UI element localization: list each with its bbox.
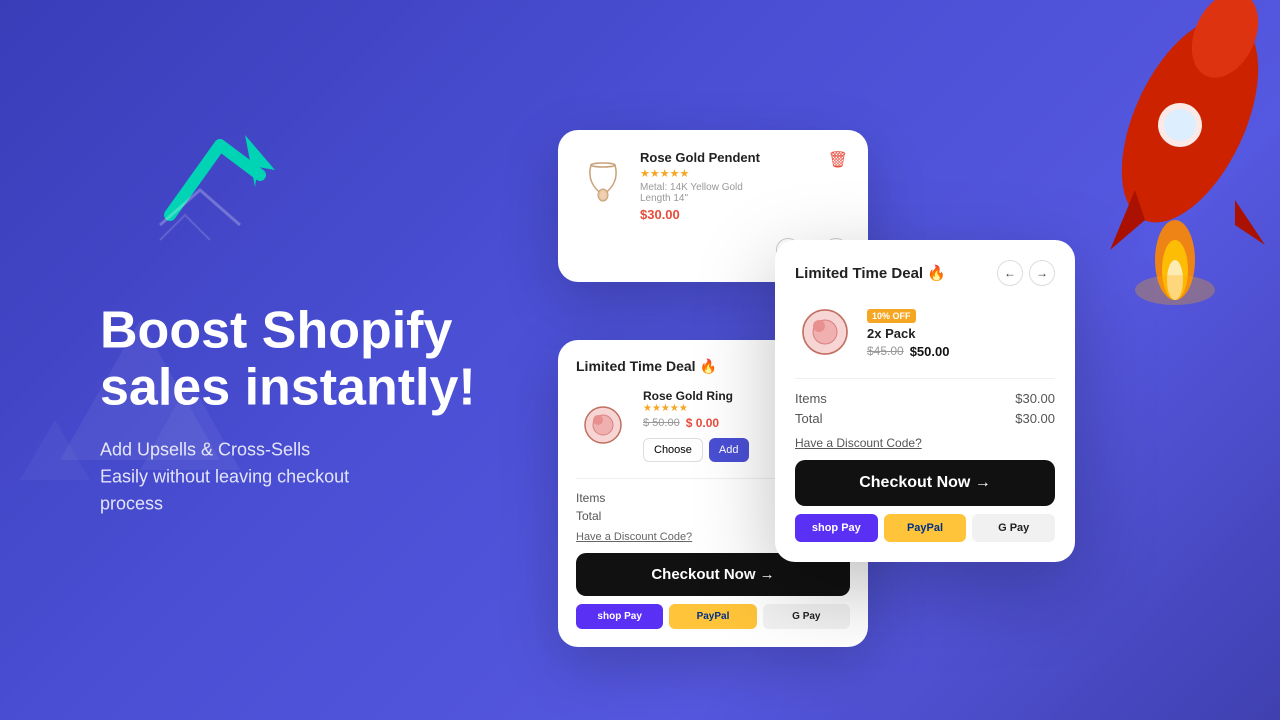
- deal-front-name: 2x Pack: [867, 326, 949, 341]
- discount-badge: 10% OFF: [867, 309, 916, 323]
- deal-front-header: Limited Time Deal 🔥 ← →: [795, 260, 1055, 286]
- choose-btn[interactable]: Choose: [643, 438, 703, 462]
- cart-item-details: Rose Gold Pendent ★★★★★ Metal: 14K Yello…: [640, 150, 816, 222]
- cart-item-meta: Metal: 14K Yellow Gold: [640, 182, 816, 193]
- deal-front-prices: $45.00 $50.00: [867, 344, 949, 359]
- deal-new-price: $ 0.00: [686, 416, 719, 430]
- add-btn[interactable]: Add: [709, 438, 749, 462]
- deal-card-front: Limited Time Deal 🔥 ← → 10% OFF 2x Pack …: [775, 240, 1075, 562]
- bg-triangle-3: [20, 420, 90, 480]
- left-content: Boost Shopify sales instantly! Add Upsel…: [100, 202, 520, 517]
- checkout-btn-front[interactable]: Checkout Now →: [795, 460, 1055, 506]
- delete-icon[interactable]: 🗑: [828, 150, 848, 170]
- shopify-pay-btn[interactable]: shop Pay: [795, 514, 878, 542]
- paypal-btn-back[interactable]: PayPal: [669, 604, 756, 629]
- main-title: Boost Shopify sales instantly!: [100, 302, 520, 416]
- deal-nav-next[interactable]: →: [1029, 260, 1055, 286]
- deal-front-item: 10% OFF 2x Pack $45.00 $50.00: [795, 302, 1055, 362]
- deal-front-title: Limited Time Deal 🔥: [795, 264, 946, 282]
- deal-nav-prev[interactable]: ←: [997, 260, 1023, 286]
- cart-item-name: Rose Gold Pendent: [640, 150, 816, 165]
- cart-item: Rose Gold Pendent ★★★★★ Metal: 14K Yello…: [578, 150, 848, 222]
- deal-old-price: $ 50.00: [643, 417, 680, 429]
- cart-item-length: Length 14": [640, 193, 816, 204]
- cart-item-stars: ★★★★★: [640, 167, 816, 180]
- front-items-row: Items $30.00: [795, 391, 1055, 406]
- product-image-necklace: [578, 150, 628, 210]
- front-summary: Items $30.00 Total $30.00: [795, 378, 1055, 426]
- gpay-btn[interactable]: G Pay: [972, 514, 1055, 542]
- shopify-pay-btn-back[interactable]: shop Pay: [576, 604, 663, 629]
- deal-nav: ← →: [997, 260, 1055, 286]
- deal-front-info: 10% OFF 2x Pack $45.00 $50.00: [867, 306, 949, 359]
- payment-btns-front: shop Pay PayPal G Pay: [795, 514, 1055, 542]
- front-new-price: $50.00: [910, 344, 950, 359]
- front-total-row: Total $30.00: [795, 411, 1055, 426]
- subtitle: Add Upsells & Cross-Sells Easily without…: [100, 437, 520, 518]
- gpay-btn-back[interactable]: G Pay: [763, 604, 850, 629]
- deal-item-img: [576, 398, 631, 453]
- front-old-price: $45.00: [867, 344, 904, 358]
- deal-front-img: [795, 302, 855, 362]
- cart-item-price: $30.00: [640, 207, 816, 222]
- discount-link-front[interactable]: Have a Discount Code?: [795, 436, 1055, 450]
- payment-btns-back: shop Pay PayPal G Pay: [576, 604, 850, 629]
- paypal-btn[interactable]: PayPal: [884, 514, 967, 542]
